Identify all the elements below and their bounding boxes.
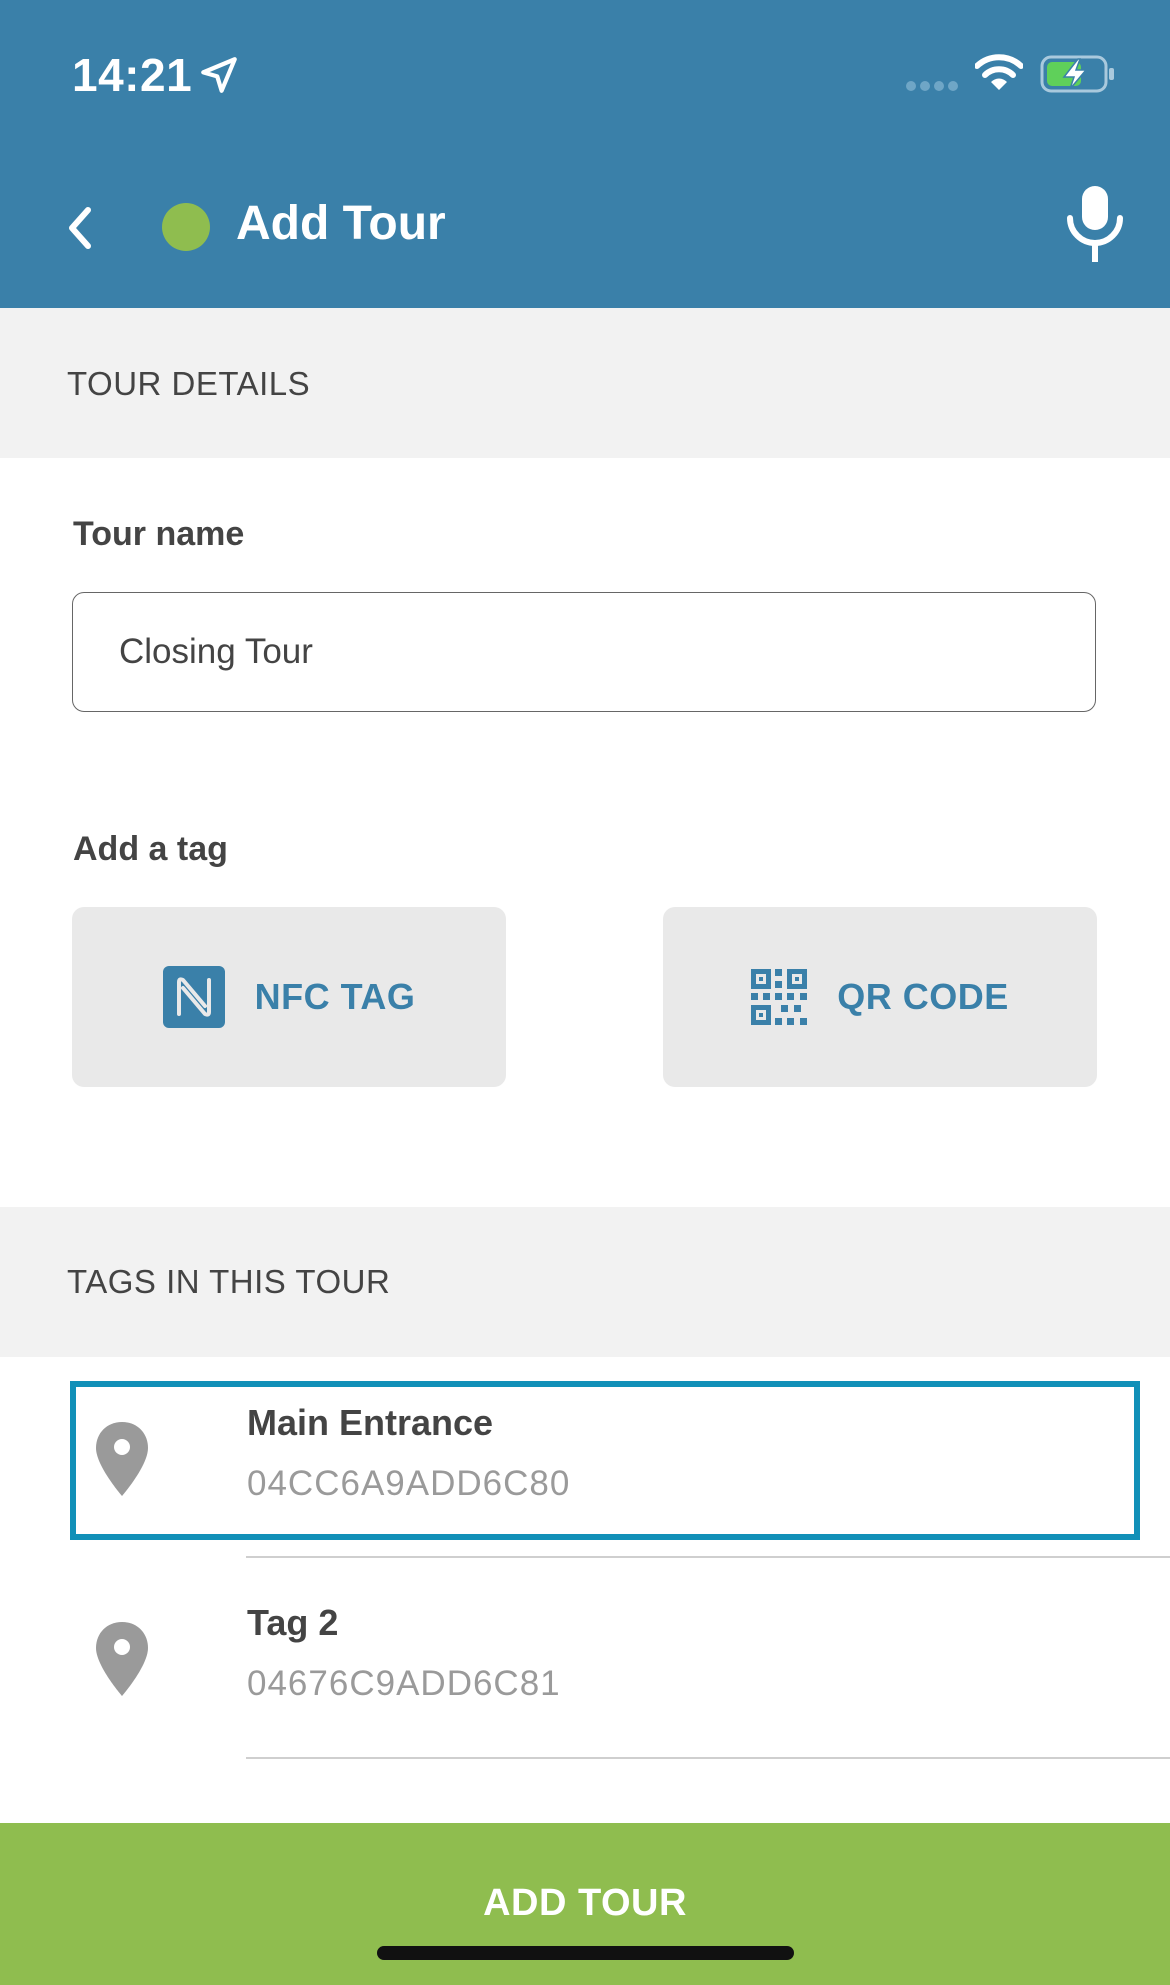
signal-dots-icon — [906, 81, 958, 91]
tour-name-input[interactable] — [72, 592, 1096, 712]
selected-row-highlight — [70, 1381, 1140, 1540]
tour-details-heading: TOUR DETAILS — [67, 365, 311, 402]
location-arrow-icon — [201, 57, 237, 93]
status-dot — [162, 203, 210, 251]
nfc-icon — [162, 966, 225, 1028]
battery-charging-icon — [1040, 55, 1114, 93]
qr-code-button-label: QR CODE — [837, 976, 1009, 1017]
map-pin-icon — [96, 1622, 148, 1696]
app-header — [0, 0, 1170, 308]
add-tag-label: Add a tag — [73, 830, 228, 868]
status-time: 14:21 — [72, 49, 193, 101]
wifi-icon — [975, 54, 1023, 90]
qr-code-button[interactable]: QR CODE — [663, 907, 1097, 1087]
tag-name: Tag 2 — [247, 1602, 339, 1643]
add-tour-button-label: ADD TOUR — [483, 1882, 687, 1924]
tour-name-label: Tour name — [73, 515, 245, 553]
nfc-tag-button[interactable]: NFC TAG — [72, 907, 506, 1087]
tags-heading: TAGS IN THIS TOUR — [67, 1263, 391, 1300]
tag-id: 04676C9ADD6C81 — [247, 1664, 561, 1703]
chevron-left-icon[interactable] — [60, 200, 100, 256]
tag-row-tag-2[interactable]: Tag 2 04676C9ADD6C81 — [0, 1572, 1170, 1752]
qr-code-icon — [751, 969, 808, 1025]
nfc-tag-button-label: NFC TAG — [254, 976, 416, 1017]
page-title: Add Tour — [236, 197, 446, 250]
microphone-icon[interactable] — [1064, 184, 1126, 264]
home-indicator[interactable] — [377, 1946, 794, 1960]
list-divider — [246, 1757, 1170, 1759]
list-divider — [246, 1556, 1170, 1558]
